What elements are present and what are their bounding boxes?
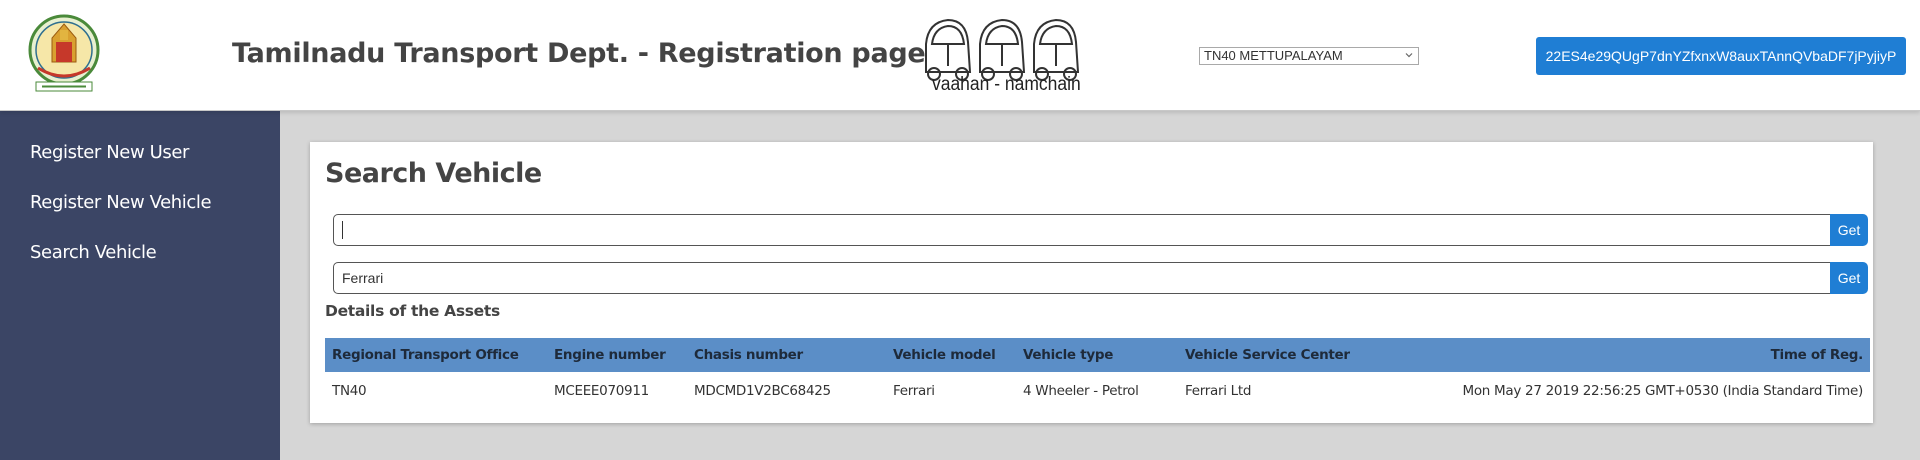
sidebar-item-search-vehicle[interactable]: Search Vehicle [30, 242, 157, 263]
chevron-down-icon [1405, 53, 1413, 58]
column-header: Chasis number [694, 347, 803, 363]
get-button-1[interactable]: Get [1830, 214, 1868, 246]
table-header: Regional Transport Office Engine number … [325, 338, 1870, 372]
search-input-2[interactable] [333, 262, 1831, 294]
section-title: Details of the Assets [325, 302, 500, 320]
column-header: Engine number [554, 347, 666, 363]
search-vehicle-card: Search Vehicle Get Get Details of the As… [310, 142, 1873, 423]
logo-text: vaahan - namchain [932, 74, 1081, 95]
table-cell: Mon May 27 2019 22:56:25 GMT+0530 (India… [1462, 383, 1863, 399]
search-input-1[interactable] [333, 214, 1831, 246]
column-header: Time of Reg. [1770, 347, 1864, 363]
table-cell: TN40 [332, 383, 367, 399]
get-button-2[interactable]: Get [1830, 262, 1868, 294]
card-title: Search Vehicle [325, 158, 542, 189]
table-cell: MCEEE070911 [554, 383, 649, 399]
page-title: Tamilnadu Transport Dept. - Registration… [232, 38, 926, 69]
table-cell: Ferrari Ltd [1185, 383, 1252, 399]
table-row: TN40 MCEEE070911 MDCMD1V2BC68425 Ferrari… [325, 374, 1870, 408]
column-header: Vehicle type [1023, 347, 1114, 363]
tamilnadu-emblem-icon [28, 14, 100, 92]
account-address-button[interactable]: 22ES4e29QUgP7dnYZfxnxW8auxTAnnQVbaDF7jPy… [1536, 37, 1906, 75]
table-cell: MDCMD1V2BC68425 [694, 383, 831, 399]
column-header: Vehicle model [893, 347, 996, 363]
search-row-1: Get [333, 214, 1868, 246]
column-header: Regional Transport Office [332, 347, 519, 363]
column-header: Vehicle Service Center [1185, 347, 1350, 363]
rto-select-value: TN40 METTUPALAYAM [1204, 48, 1343, 63]
sidebar-item-register-new-vehicle[interactable]: Register New Vehicle [30, 192, 212, 213]
table-cell: Ferrari [893, 383, 935, 399]
sidebar: Register New User Register New Vehicle S… [0, 111, 280, 460]
table-cell: 4 Wheeler - Petrol [1023, 383, 1139, 399]
search-row-2: Get [333, 262, 1868, 294]
rto-select[interactable]: TN40 METTUPALAYAM [1199, 47, 1419, 65]
text-caret [342, 221, 343, 239]
header: Tamilnadu Transport Dept. - Registration… [0, 0, 1920, 111]
sidebar-item-register-new-user[interactable]: Register New User [30, 142, 189, 163]
